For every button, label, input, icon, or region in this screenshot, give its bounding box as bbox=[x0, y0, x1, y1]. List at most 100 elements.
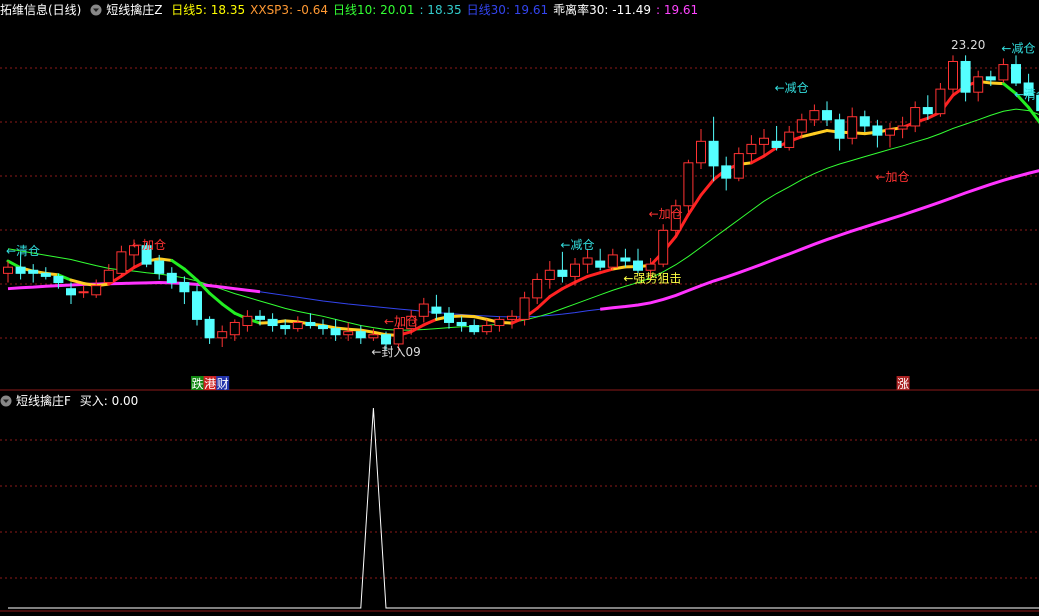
indicator-values: 日线5: 18.35 XXSP3: -0.64 日线10: 20.01: 18.35… bbox=[171, 3, 703, 17]
candle[interactable] bbox=[242, 310, 253, 332]
candle-body bbox=[179, 282, 190, 293]
candle[interactable] bbox=[330, 319, 341, 341]
candle-body bbox=[859, 116, 870, 127]
candle-body bbox=[620, 257, 631, 262]
candle[interactable] bbox=[809, 104, 820, 126]
event-badge[interactable]: 跌 bbox=[191, 376, 204, 391]
sub-legend: 短线擒庄F 买入: 0.00 bbox=[0, 391, 148, 411]
candle-body bbox=[582, 257, 593, 265]
candle-body bbox=[507, 315, 517, 320]
candle[interactable] bbox=[897, 116, 908, 139]
candle[interactable] bbox=[620, 248, 631, 268]
candle[interactable] bbox=[217, 325, 228, 348]
candle[interactable] bbox=[305, 313, 316, 329]
kline-chart[interactable]: ←清仓 ←加仓 ←加仓 ←封入09 ←减仓 ←强势狙击 ←加仓 ←减仓 ←加仓 23.20 ←减仓 ←… bbox=[0, 0, 1039, 616]
candle[interactable] bbox=[78, 285, 89, 298]
candle[interactable] bbox=[708, 116, 719, 182]
candle[interactable] bbox=[948, 55, 958, 96]
candle-body bbox=[280, 325, 291, 330]
candle-body bbox=[922, 107, 933, 115]
candle[interactable] bbox=[607, 248, 618, 271]
candle[interactable] bbox=[658, 224, 669, 268]
candle[interactable] bbox=[595, 248, 606, 271]
candle[interactable] bbox=[973, 70, 984, 102]
candle[interactable] bbox=[872, 119, 883, 148]
stock-name[interactable]: 拓维信息(日线) bbox=[0, 3, 81, 17]
candle[interactable] bbox=[557, 251, 568, 283]
signal-label: 23.20 bbox=[951, 38, 985, 52]
candle[interactable] bbox=[847, 107, 858, 145]
event-badge[interactable]: 港 bbox=[203, 376, 217, 391]
candle[interactable] bbox=[355, 325, 366, 344]
candle-body bbox=[381, 334, 391, 345]
candle[interactable] bbox=[292, 316, 303, 332]
candle[interactable] bbox=[746, 135, 757, 163]
candle[interactable] bbox=[494, 316, 505, 332]
candle[interactable] bbox=[771, 125, 782, 151]
candle[interactable] bbox=[859, 110, 870, 133]
ribbon-segment bbox=[762, 145, 779, 158]
candle[interactable] bbox=[318, 319, 328, 335]
candle[interactable] bbox=[1011, 55, 1021, 87]
candle[interactable] bbox=[834, 113, 845, 151]
candle-body bbox=[66, 288, 76, 296]
candle-body bbox=[973, 76, 984, 93]
event-badges[interactable]: 跌港财 涨 bbox=[191, 376, 910, 391]
candle[interactable] bbox=[910, 101, 921, 133]
candle[interactable] bbox=[179, 276, 190, 305]
candle[interactable] bbox=[40, 267, 51, 280]
candle[interactable] bbox=[935, 82, 946, 117]
candle[interactable] bbox=[544, 261, 555, 289]
candle-body bbox=[355, 331, 366, 339]
candle[interactable] bbox=[431, 294, 442, 320]
grid-lines bbox=[0, 67, 1039, 612]
candle[interactable] bbox=[721, 156, 732, 191]
legend-value-6: : 19.61 bbox=[655, 3, 699, 17]
signal-label: ←加仓 bbox=[649, 207, 683, 221]
candle[interactable] bbox=[784, 125, 795, 151]
candle[interactable] bbox=[469, 319, 480, 335]
legend-value-3: : 18.35 bbox=[419, 3, 462, 17]
candle[interactable] bbox=[166, 267, 177, 289]
sub-indicator-name[interactable]: 短线擒庄F bbox=[16, 394, 71, 408]
indicator-name[interactable]: 短线擒庄Z bbox=[106, 3, 162, 17]
signal-label: ←清仓 bbox=[1014, 87, 1039, 101]
candle-body bbox=[154, 260, 165, 274]
candle[interactable] bbox=[444, 307, 454, 329]
ribbon-segment bbox=[422, 317, 438, 327]
candle[interactable] bbox=[192, 285, 202, 326]
candle-body bbox=[91, 285, 102, 296]
candle[interactable] bbox=[885, 122, 895, 148]
ribbon-segment bbox=[220, 302, 237, 315]
candle[interactable] bbox=[683, 159, 694, 212]
candle[interactable] bbox=[267, 313, 278, 332]
candle-body bbox=[935, 88, 946, 115]
dropdown-icon[interactable] bbox=[0, 395, 12, 407]
event-badge[interactable]: 涨 bbox=[896, 376, 910, 391]
ribbon-segment bbox=[560, 280, 577, 291]
candle[interactable] bbox=[116, 245, 127, 277]
candle[interactable] bbox=[633, 248, 643, 274]
candle[interactable] bbox=[582, 248, 593, 274]
candle[interactable] bbox=[960, 55, 971, 102]
candle[interactable] bbox=[418, 297, 429, 323]
candle[interactable] bbox=[204, 316, 215, 344]
event-badge[interactable]: 财 bbox=[216, 376, 230, 391]
candle[interactable] bbox=[998, 58, 1009, 83]
candle-body bbox=[910, 107, 921, 127]
candle[interactable] bbox=[532, 273, 543, 305]
candle-body bbox=[557, 269, 568, 277]
candle[interactable] bbox=[456, 316, 467, 332]
candlesticks[interactable] bbox=[3, 55, 1039, 351]
candle[interactable] bbox=[28, 264, 39, 283]
candle-body bbox=[532, 278, 543, 299]
candle-body bbox=[305, 321, 316, 327]
candle[interactable] bbox=[733, 147, 744, 182]
candle[interactable] bbox=[696, 129, 706, 169]
dropdown-icon[interactable] bbox=[90, 4, 102, 16]
candle-body bbox=[544, 269, 555, 280]
signal-label: ←加仓 bbox=[384, 315, 418, 329]
candle[interactable] bbox=[91, 279, 102, 298]
candle[interactable] bbox=[507, 310, 517, 329]
sub-indicator-plot[interactable] bbox=[8, 407, 1039, 609]
